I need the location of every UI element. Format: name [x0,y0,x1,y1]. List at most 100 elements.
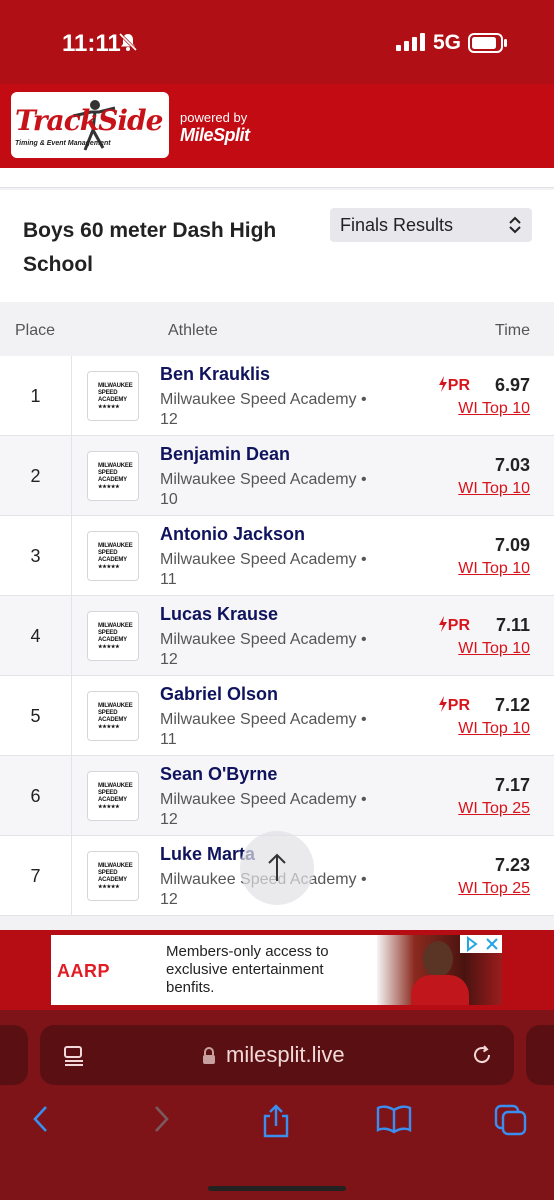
team-logo-line: MILWAUKEE [98,703,133,709]
athlete-name-link[interactable]: Ben Krauklis [160,364,270,385]
address-bar[interactable]: milesplit.live [40,1025,514,1085]
results-round-select[interactable]: Finals Results [330,208,532,242]
team-logo[interactable]: MILWAUKEE SPEED ACADEMY ★★★★★ [87,611,139,661]
team-logo-line: MILWAUKEE [98,463,133,469]
state-rank-link[interactable]: WI Top 10 [458,400,530,418]
result-row[interactable]: 3 MILWAUKEE SPEED ACADEMY ★★★★★ Antonio Jacks… [0,516,554,596]
page-menu-icon[interactable] [62,1045,86,1072]
team-logo-text: MILWAUKEE SPEED ACADEMY ★★★★★ [98,623,133,651]
aarp-logo: AARP [57,961,111,981]
result-time: 6.97 [494,375,530,395]
team-logo-line: ACADEMY [98,637,127,643]
athlete-school: Milwaukee Speed Academy • 12 [160,390,400,430]
team-logo[interactable]: MILWAUKEE SPEED ACADEMY ★★★★★ [87,371,139,421]
trackside-wordmark: TrackSide [15,104,163,137]
school-name: Milwaukee Speed Academy • [160,791,367,808]
result-row[interactable]: 5 MILWAUKEE SPEED ACADEMY ★★★★★ Gabriel Olson… [0,676,554,756]
bolt-icon [438,616,448,634]
team-logo[interactable]: MILWAUKEE SPEED ACADEMY ★★★★★ [87,691,139,741]
next-tab-peek[interactable] [526,1025,554,1085]
place-cell: 1 [0,356,72,436]
place-cell: 7 [0,836,72,916]
column-athlete: Athlete [168,322,218,339]
team-logo-line: ACADEMY [98,557,127,563]
team-logo-line: MILWAUKEE [98,783,133,789]
ad-banner-area: AARP Members-only access to exclusive en… [0,930,554,1010]
state-rank-link[interactable]: WI Top 10 [458,560,530,578]
team-logo-text: MILWAUKEE SPEED ACADEMY ★★★★★ [98,863,133,891]
forward-icon[interactable] [150,1104,172,1139]
trackside-tagline: Timing & Event Management [15,140,111,147]
athlete-name-link[interactable]: Antonio Jackson [160,524,305,545]
result-time: 7.03 [494,455,530,475]
team-logo-line: ACADEMY [98,717,127,723]
state-rank-link[interactable]: WI Top 25 [458,800,530,818]
ad-close-icon[interactable] [482,935,502,953]
team-logo[interactable]: MILWAUKEE SPEED ACADEMY ★★★★★ [87,851,139,901]
athlete-grade: 12 [160,811,178,828]
school-name: Milwaukee Speed Academy • [160,551,367,568]
home-indicator[interactable] [208,1186,346,1191]
updown-chevron-icon [508,216,522,239]
team-logo-stars: ★★★★★ [98,564,120,570]
result-row[interactable]: 2 MILWAUKEE SPEED ACADEMY ★★★★★ Benjamin Dean… [0,436,554,516]
reload-icon[interactable] [470,1043,494,1072]
result-row[interactable]: 1 MILWAUKEE SPEED ACADEMY ★★★★★ Ben Krauklis M… [0,356,554,436]
team-logo-text: MILWAUKEE SPEED ACADEMY ★★★★★ [98,783,133,811]
previous-tab-peek[interactable] [0,1025,28,1085]
share-icon[interactable] [260,1104,292,1143]
athlete-grade: 10 [160,491,178,508]
state-rank-link[interactable]: WI Top 25 [458,880,530,898]
lock-icon [202,1047,216,1070]
athlete-name-link[interactable]: Lucas Krause [160,604,278,625]
school-name: Milwaukee Speed Academy • [160,471,367,488]
trackside-logo[interactable]: TrackSide Timing & Event Management [11,92,169,158]
result-time: 7.09 [494,535,530,555]
ad-person-body [411,975,469,1005]
bookmarks-icon[interactable] [376,1104,412,1139]
tabs-icon[interactable] [494,1104,528,1141]
team-logo-line: ACADEMY [98,797,127,803]
result-time: 7.17 [494,775,530,795]
adchoices-icon[interactable] [460,935,482,953]
place-cell: 6 [0,756,72,836]
powered-by-label: powered by [180,110,248,125]
column-place: Place [15,322,56,339]
team-logo-stars: ★★★★★ [98,804,120,810]
athlete-name-link[interactable]: Sean O'Byrne [160,764,277,785]
result-time: 7.23 [494,855,530,875]
results-round-value: Finals Results [340,215,454,235]
pr-label: PR [447,377,470,394]
school-name: Milwaukee Speed Academy • [160,631,367,648]
ad-copy: Members-only access to exclusive enterta… [166,943,329,996]
pr-label: PR [447,697,470,714]
url-text: milesplit.live [226,1042,345,1067]
team-logo[interactable]: MILWAUKEE SPEED ACADEMY ★★★★★ [87,531,139,581]
team-logo-line: SPEED [98,470,118,476]
athlete-grade: 11 [160,571,177,588]
aarp-ad[interactable]: AARP Members-only access to exclusive en… [51,935,502,1005]
back-icon[interactable] [30,1104,52,1139]
team-logo[interactable]: MILWAUKEE SPEED ACADEMY ★★★★★ [87,771,139,821]
state-rank-link[interactable]: WI Top 10 [458,480,530,498]
team-logo-text: MILWAUKEE SPEED ACADEMY ★★★★★ [98,703,133,731]
state-rank-link[interactable]: WI Top 10 [458,640,530,658]
scroll-to-top-button[interactable] [240,831,314,905]
milesplit-logo[interactable]: MileSplit [180,125,250,146]
athlete-name-link[interactable]: Gabriel Olson [160,684,278,705]
team-logo[interactable]: MILWAUKEE SPEED ACADEMY ★★★★★ [87,451,139,501]
state-rank-link[interactable]: WI Top 10 [458,720,530,738]
team-logo-line: SPEED [98,630,118,636]
place-cell: 5 [0,676,72,756]
athlete-school: Milwaukee Speed Academy • 12 [160,630,400,670]
team-logo-text: MILWAUKEE SPEED ACADEMY ★★★★★ [98,463,133,491]
team-logo-stars: ★★★★★ [98,484,120,490]
ad-person-face [423,941,453,977]
athlete-school: Milwaukee Speed Academy • 12 [160,790,400,830]
result-row[interactable]: 6 MILWAUKEE SPEED ACADEMY ★★★★★ Sean O'Byrne M… [0,756,554,836]
team-logo-line: SPEED [98,790,118,796]
team-logo-line: ACADEMY [98,477,127,483]
athlete-name-link[interactable]: Benjamin Dean [160,444,290,465]
result-row[interactable]: 4 MILWAUKEE SPEED ACADEMY ★★★★★ Lucas Krause M… [0,596,554,676]
place-cell: 2 [0,436,72,516]
